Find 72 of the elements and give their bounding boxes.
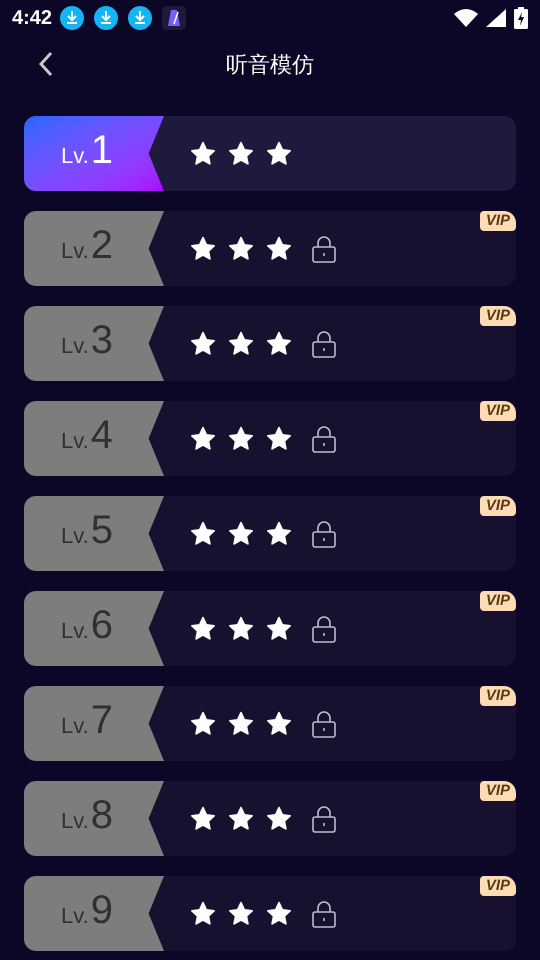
vip-badge: VIP (480, 401, 516, 421)
star-icon (266, 806, 292, 832)
vip-badge: VIP (480, 781, 516, 801)
level-card[interactable]: Lv.8 VIP (24, 781, 516, 856)
level-card[interactable]: Lv.4 VIP (24, 401, 516, 476)
level-prefix: Lv. (61, 427, 89, 455)
star-icon (190, 900, 216, 926)
wifi-icon (454, 9, 478, 27)
download-icon (128, 6, 152, 30)
level-prefix: Lv. (61, 617, 89, 645)
star-icon (266, 900, 292, 926)
vip-badge: VIP (480, 876, 516, 896)
star-icon (266, 236, 292, 262)
level-card[interactable]: Lv.1 (24, 116, 516, 191)
star-icon (266, 140, 292, 166)
metronome-icon (162, 6, 186, 30)
vip-badge: VIP (480, 591, 516, 611)
vip-badge: VIP (480, 686, 516, 706)
level-card[interactable]: Lv.9 VIP (24, 876, 516, 951)
star-icon (266, 710, 292, 736)
level-card[interactable]: Lv.7 VIP (24, 686, 516, 761)
download-icon (60, 6, 84, 30)
star-icon (228, 330, 254, 356)
star-icon (190, 806, 216, 832)
star-icon (228, 806, 254, 832)
signal-icon (486, 9, 506, 27)
level-card[interactable]: Lv.2 VIP (24, 211, 516, 286)
vip-badge: VIP (480, 306, 516, 326)
star-icon (190, 616, 216, 642)
level-prefix: Lv. (61, 237, 89, 265)
level-number: 8 (90, 795, 113, 835)
level-number: 3 (90, 320, 113, 360)
star-icon (228, 710, 254, 736)
level-number: 4 (90, 415, 113, 455)
level-number: 9 (90, 890, 113, 930)
star-icon (228, 236, 254, 262)
battery-charging-icon (514, 7, 528, 29)
level-prefix: Lv. (61, 142, 89, 170)
back-icon (39, 51, 53, 77)
vip-badge: VIP (480, 211, 516, 231)
level-number: 2 (90, 225, 113, 265)
star-icon (190, 520, 216, 546)
level-prefix: Lv. (61, 522, 89, 550)
star-icon (190, 710, 216, 736)
level-prefix: Lv. (61, 332, 89, 360)
star-icon (228, 426, 254, 452)
star-icon (228, 900, 254, 926)
download-icon (94, 6, 118, 30)
star-icon (228, 616, 254, 642)
level-card[interactable]: Lv.3 VIP (24, 306, 516, 381)
level-prefix: Lv. (61, 712, 89, 740)
star-icon (190, 140, 216, 166)
star-icon (266, 616, 292, 642)
level-card[interactable]: Lv.6 VIP (24, 591, 516, 666)
level-prefix: Lv. (61, 807, 89, 835)
star-icon (228, 140, 254, 166)
star-icon (190, 426, 216, 452)
vip-badge: VIP (480, 496, 516, 516)
star-icon (228, 520, 254, 546)
star-icon (190, 236, 216, 262)
level-number: 6 (90, 605, 113, 645)
level-prefix: Lv. (61, 902, 89, 930)
level-number: 5 (90, 510, 113, 550)
star-icon (266, 330, 292, 356)
status-time: 4:42 (12, 6, 52, 31)
level-number: 7 (90, 700, 113, 740)
level-number: 1 (90, 130, 113, 170)
page-title: 听音模仿 (226, 50, 314, 78)
level-card[interactable]: Lv.5 VIP (24, 496, 516, 571)
star-icon (190, 330, 216, 356)
star-icon (266, 520, 292, 546)
star-icon (266, 426, 292, 452)
